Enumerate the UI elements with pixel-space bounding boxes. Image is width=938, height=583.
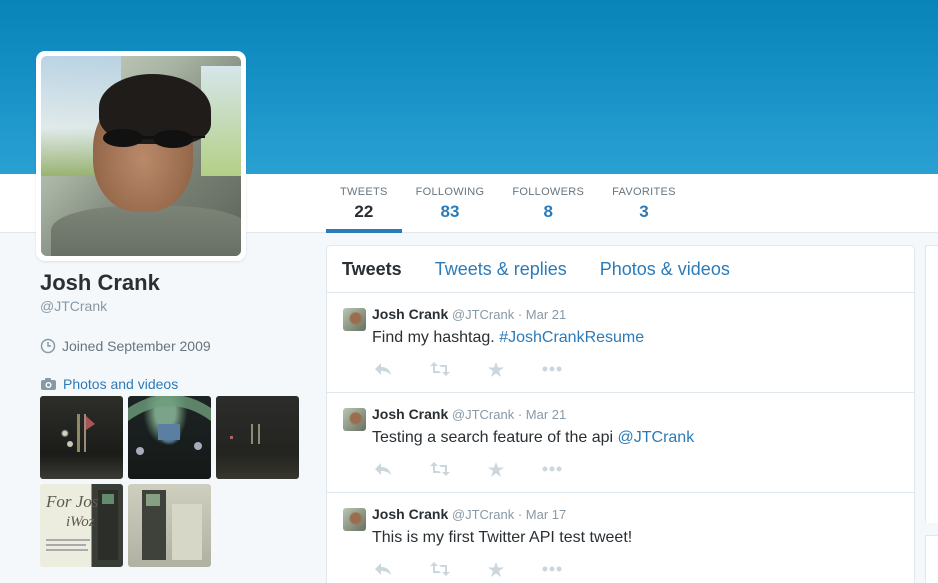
tab-tweets[interactable]: Tweets: [342, 259, 402, 280]
tweet-avatar[interactable]: [343, 508, 366, 531]
tweet-author-name[interactable]: Josh Crank: [372, 406, 448, 422]
tweet-separator: ·: [517, 407, 523, 422]
photo-thumbnail[interactable]: [128, 396, 211, 479]
tab-tweets-replies[interactable]: Tweets & replies: [435, 259, 567, 280]
more-icon[interactable]: [542, 566, 562, 572]
tweet-date[interactable]: Mar 21: [526, 407, 566, 422]
photo-thumbnail[interactable]: [216, 396, 299, 479]
tweet-text: Testing a search feature of the api @JTC…: [372, 429, 899, 447]
timeline-tabs: Tweets Tweets & replies Photos & videos: [327, 246, 914, 293]
stat-value: 8: [543, 202, 553, 221]
stat-value: 83: [440, 202, 460, 221]
tweet-text: Find my hashtag. #JoshCrankResume: [372, 329, 899, 347]
tweet-text: This is my first Twitter API test tweet!: [372, 529, 899, 547]
stat-following[interactable]: FOLLOWING 83: [402, 174, 499, 233]
stat-label: FAVORITES: [612, 186, 676, 198]
timeline-card: Tweets Tweets & replies Photos & videos …: [326, 245, 915, 583]
tweet-author-handle[interactable]: @JTCrank: [452, 307, 514, 322]
joined-date: Joined September 2009: [40, 338, 310, 354]
tweet-author-handle[interactable]: @JTCrank: [452, 507, 514, 522]
favorite-star-icon[interactable]: [488, 461, 504, 477]
tweet-actions: [372, 559, 899, 579]
clock-icon: [40, 338, 56, 354]
profile-sidebar: Josh Crank @JTCrank Joined September 200…: [40, 270, 310, 392]
tweet-avatar[interactable]: [343, 308, 366, 331]
photo-thumbnail[interactable]: [40, 396, 123, 479]
tweet-date[interactable]: Mar 21: [526, 307, 566, 322]
tweet-hashtag-link[interactable]: #JoshCrankResume: [499, 329, 644, 346]
profile-stats: TWEETS 22 FOLLOWING 83 FOLLOWERS 8 FAVOR…: [326, 174, 690, 233]
tweet-body-text: Testing a search feature of the api: [372, 429, 614, 446]
camera-icon: [41, 378, 56, 390]
tweet-avatar[interactable]: [343, 408, 366, 431]
tweet-separator: ·: [517, 307, 523, 322]
reply-icon[interactable]: [374, 362, 392, 376]
tweet-actions: [372, 459, 899, 479]
tweet-author-name[interactable]: Josh Crank: [372, 306, 448, 322]
tweet-item[interactable]: Josh Crank @JTCrank · Mar 17 This is my …: [327, 493, 914, 583]
stat-tweets[interactable]: TWEETS 22: [326, 174, 402, 233]
photo-thumbnail[interactable]: For Josh iWoz: [40, 484, 123, 567]
stat-favorites[interactable]: FAVORITES 3: [598, 174, 690, 233]
photos-link-label: Photos and videos: [63, 376, 179, 392]
tweet-actions: [372, 359, 899, 379]
photos-videos-link[interactable]: Photos and videos: [40, 376, 310, 392]
profile-handle[interactable]: @JTCrank: [40, 298, 310, 314]
avatar-image: [41, 56, 241, 256]
stat-label: FOLLOWING: [415, 186, 485, 198]
retweet-icon[interactable]: [430, 362, 450, 376]
tweet-body-text: This is my first Twitter API test tweet!: [372, 529, 633, 546]
reply-icon[interactable]: [374, 562, 392, 576]
tweet-mention-link[interactable]: @JTCrank: [618, 429, 695, 446]
right-side-module: [925, 535, 938, 583]
stat-value: 3: [639, 202, 649, 221]
stat-label: FOLLOWERS: [512, 186, 585, 198]
joined-text: Joined September 2009: [62, 338, 211, 354]
favorite-star-icon[interactable]: [488, 561, 504, 577]
more-icon[interactable]: [542, 366, 562, 372]
tweet-header: Josh Crank @JTCrank · Mar 21: [372, 406, 899, 423]
reply-icon[interactable]: [374, 462, 392, 476]
stat-label: TWEETS: [340, 186, 388, 198]
tweet-header: Josh Crank @JTCrank · Mar 17: [372, 506, 899, 523]
retweet-icon[interactable]: [430, 562, 450, 576]
sunglasses-icon: [103, 129, 205, 148]
tweet-item[interactable]: Josh Crank @JTCrank · Mar 21 Testing a s…: [327, 393, 914, 493]
tweet-item[interactable]: Josh Crank @JTCrank · Mar 21 Find my has…: [327, 293, 914, 393]
stat-followers[interactable]: FOLLOWERS 8: [498, 174, 598, 233]
stat-value: 22: [354, 202, 374, 221]
profile-avatar[interactable]: [36, 51, 246, 261]
tweet-date[interactable]: Mar 17: [526, 507, 566, 522]
tweet-author-name[interactable]: Josh Crank: [372, 506, 448, 522]
tweet-author-handle[interactable]: @JTCrank: [452, 407, 514, 422]
tweet-header: Josh Crank @JTCrank · Mar 21: [372, 306, 899, 323]
photo-grid: For Josh iWoz: [40, 396, 302, 567]
tab-photos-videos[interactable]: Photos & videos: [600, 259, 730, 280]
tweet-separator: ·: [517, 507, 523, 522]
favorite-star-icon[interactable]: [488, 361, 504, 377]
profile-name[interactable]: Josh Crank: [40, 270, 310, 296]
right-side-module: [925, 245, 938, 523]
photo-thumbnail[interactable]: [128, 484, 211, 567]
tweet-body-text: Find my hashtag.: [372, 329, 495, 346]
more-icon[interactable]: [542, 466, 562, 472]
retweet-icon[interactable]: [430, 462, 450, 476]
